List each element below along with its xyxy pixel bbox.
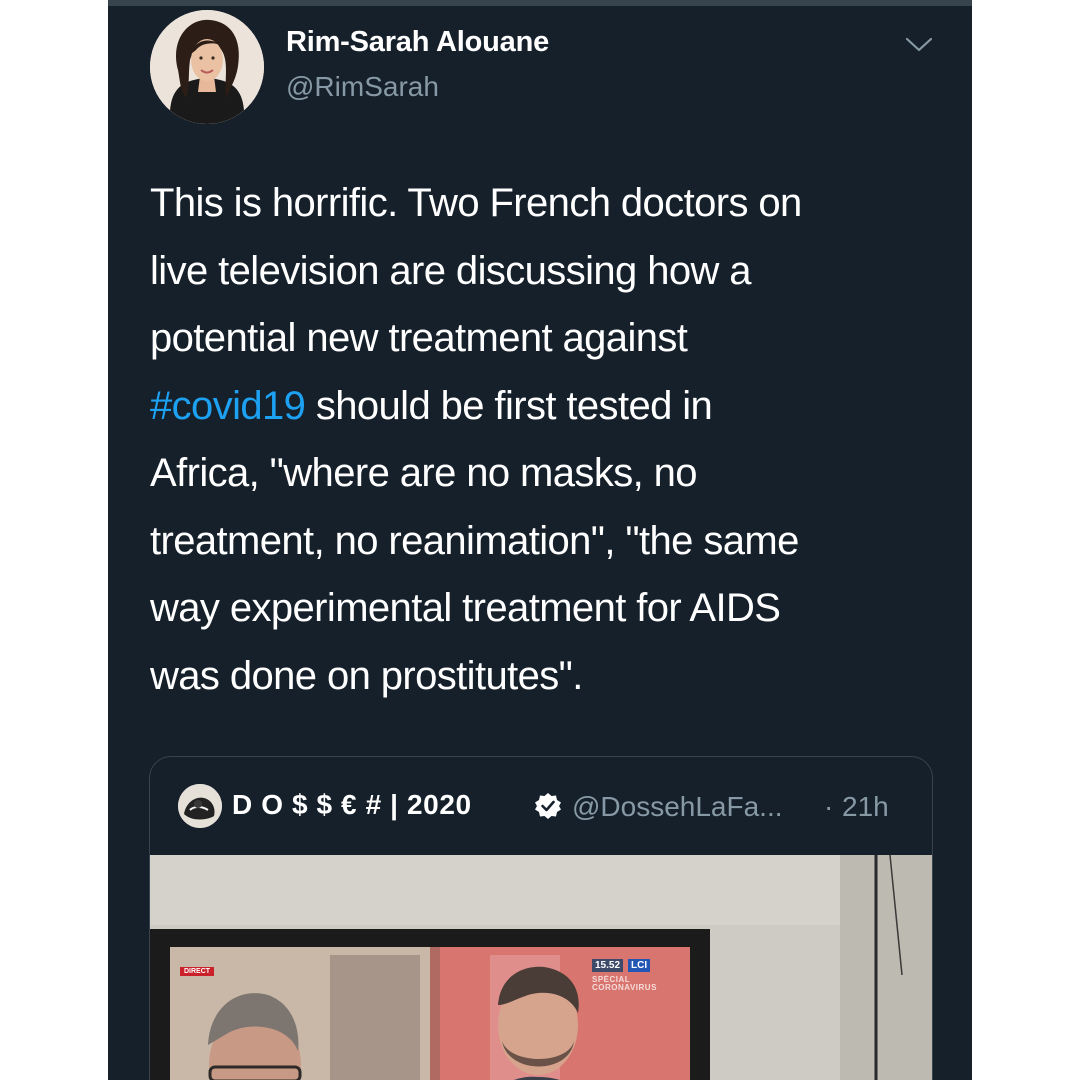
tv-ticker: SPÉCIAL CORONAVIRUS xyxy=(592,976,657,992)
author-avatar[interactable] xyxy=(150,10,264,124)
tweet-text-line: Africa, "where are no masks, no xyxy=(150,451,698,495)
tweet-text-line: live television are discussing how a xyxy=(150,248,752,293)
tweet-text-line: was done on prostitutes". xyxy=(150,653,583,698)
tweet-text-line: This is horrific. Two French doctors on xyxy=(150,181,802,225)
tv-clock: 15.52 xyxy=(592,959,624,972)
quoted-author-avatar[interactable] xyxy=(178,784,222,828)
tweet-screen: Rim-Sarah Alouane @RimSarah This is horr… xyxy=(108,0,972,1080)
hashtag-link[interactable]: #covid19 xyxy=(150,384,306,428)
quoted-author-name[interactable]: D O $ $ € # | 2020 xyxy=(232,789,472,821)
author-name[interactable]: Rim-Sarah Alouane xyxy=(286,26,549,59)
tv-direct-badge: DIRECT xyxy=(180,967,215,976)
tv-ticker-line: CORONAVIRUS xyxy=(592,983,657,992)
quoted-timestamp[interactable]: 21h xyxy=(842,791,889,823)
tv-channel-logo: LCI xyxy=(628,959,651,972)
top-divider xyxy=(108,0,972,6)
chevron-down-icon[interactable] xyxy=(904,34,934,54)
author-handle[interactable]: @RimSarah xyxy=(286,71,439,103)
separator-dot: · xyxy=(824,791,834,822)
quoted-media-image[interactable]: DIRECT 15.52 LCI SPÉCIAL CORONAVIRUS xyxy=(150,855,932,1080)
tweet-text-line: treatment, no reanimation", "the same xyxy=(150,518,799,563)
tweet-text: This is horrific. Two French doctors on … xyxy=(150,170,950,710)
tweet-text-line: way experimental treatment for AIDS xyxy=(150,586,781,630)
quoted-author-handle[interactable]: @DossehLaFa... xyxy=(572,791,783,823)
quoted-tweet-card[interactable]: D O $ $ € # | 2020 @DossehLaFa... · 21h xyxy=(149,756,933,1080)
verified-badge-icon xyxy=(535,793,561,819)
tweet-text-fragment: should be first tested in xyxy=(305,383,713,428)
tweet-text-line: potential new treatment against xyxy=(150,316,688,360)
tweet-text-line: #covid19 should be first tested in xyxy=(150,373,950,441)
